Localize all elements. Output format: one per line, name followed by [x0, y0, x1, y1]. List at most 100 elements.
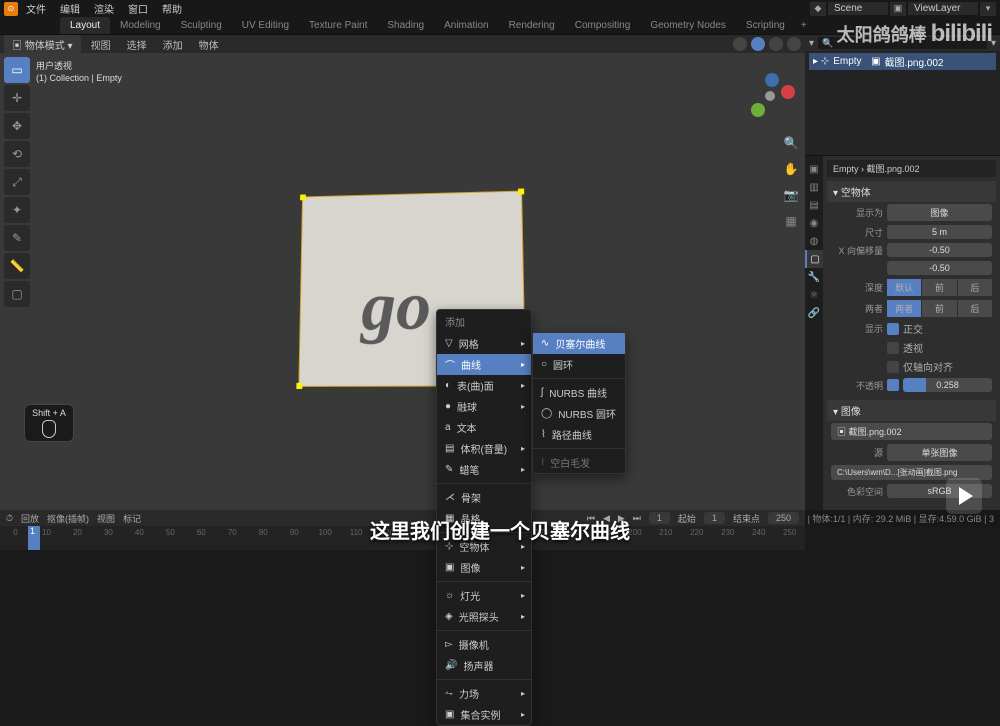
menu-help[interactable]: 帮助 — [156, 0, 188, 18]
add-menu-mesh[interactable]: ▽ 网格▸ — [437, 333, 531, 354]
tab-uv[interactable]: UV Editing — [232, 17, 299, 34]
selection-handle[interactable] — [518, 189, 524, 195]
tl-marker[interactable]: 标记 — [123, 512, 141, 525]
submenu-path[interactable]: ⌇ 路径曲线 — [533, 424, 625, 445]
add-menu-metaball[interactable]: ● 融球▸ — [437, 396, 531, 417]
submenu-nurbs-circle[interactable]: ◯ NURBS 圆环 — [533, 403, 625, 424]
vp-menu-add[interactable]: 添加 — [157, 35, 189, 54]
persp-icon[interactable]: ▦ — [781, 211, 801, 231]
viewlayer-new-icon[interactable]: ▾ — [980, 2, 996, 16]
selection-handle[interactable] — [300, 194, 306, 200]
outliner-filter-icon[interactable]: ▾ — [809, 38, 814, 49]
add-menu-gpencil[interactable]: ✎ 蜡笔▸ — [437, 459, 531, 480]
tab-layout[interactable]: Layout — [60, 17, 110, 34]
tool-transform-icon[interactable]: ✦ — [4, 197, 30, 223]
perspective-checkbox[interactable] — [887, 342, 899, 354]
tl-playback[interactable]: 回放 — [21, 512, 39, 525]
tool-scale-icon[interactable]: ⤢ — [4, 169, 30, 195]
vp-menu-select[interactable]: 选择 — [121, 35, 153, 54]
viewport-3d[interactable]: 用户透视 (1) Collection | Empty ▭ ✛ ✥ ⟲ ⤢ ✦ … — [0, 53, 805, 510]
prop-tab-view-icon[interactable]: ▤ — [805, 196, 823, 214]
submenu-hair[interactable]: ⁝ 空白毛发 — [533, 452, 625, 473]
add-menu-camera[interactable]: ▻ 摄像机 — [437, 634, 531, 655]
tab-shading[interactable]: Shading — [377, 17, 434, 34]
tab-animation[interactable]: Animation — [434, 17, 498, 34]
pan-icon[interactable]: ✋ — [781, 159, 801, 179]
prop-tab-scene-icon[interactable]: ◉ — [805, 214, 823, 232]
tl-keying[interactable]: 抠像(插帧) — [47, 512, 89, 525]
tab-add-icon[interactable]: + — [795, 17, 813, 34]
offset-x-field[interactable]: -0.50 — [887, 243, 992, 257]
vp-menu-object[interactable]: 物体 — [193, 35, 225, 54]
end-frame[interactable]: 250 — [768, 512, 799, 524]
image-name-field[interactable]: ▣ 截图.png.002 — [831, 423, 992, 440]
tab-geonodes[interactable]: Geometry Nodes — [640, 17, 736, 34]
display-as-dropdown[interactable]: 图像 — [887, 204, 992, 221]
menu-window[interactable]: 窗口 — [122, 0, 154, 18]
tab-scripting[interactable]: Scripting — [736, 17, 795, 34]
depth-toggle[interactable]: 默认前后 — [887, 279, 992, 296]
prop-tab-render-icon[interactable]: ▣ — [805, 160, 823, 178]
start-frame[interactable]: 1 — [704, 512, 725, 524]
add-menu-volume[interactable]: ▤ 体积(音量)▸ — [437, 438, 531, 459]
add-menu-armature[interactable]: ⋌ 骨架 — [437, 487, 531, 508]
orthographic-checkbox[interactable] — [887, 323, 899, 335]
menu-file[interactable]: 文件 — [20, 0, 52, 18]
shade-solid-icon[interactable] — [751, 37, 765, 51]
add-menu-surface[interactable]: ◐ 表(曲)面▸ — [437, 375, 531, 396]
prop-tab-physics-icon[interactable]: ⚛ — [805, 286, 823, 304]
tool-addcube-icon[interactable]: ▢ — [4, 281, 30, 307]
prop-tab-object-icon[interactable]: ▢ — [805, 250, 823, 268]
camera-icon[interactable]: 📷 — [781, 185, 801, 205]
opacity-slider[interactable]: 0.258 — [903, 378, 992, 392]
submenu-circle[interactable]: ○ 圆环 — [533, 354, 625, 375]
tool-cursor-icon[interactable]: ✛ — [4, 85, 30, 111]
outliner-item-empty[interactable]: ▸ ⊹ Empty ▣ 截图.png.002 — [809, 53, 996, 70]
prop-tab-constraint-icon[interactable]: 🔗 — [805, 304, 823, 322]
submenu-bezier[interactable]: ∿ 贝塞尔曲线 — [533, 333, 625, 354]
tool-measure-icon[interactable]: 📏 — [4, 253, 30, 279]
section-image-header[interactable]: ▾ 图像 — [827, 400, 996, 421]
shade-material-icon[interactable] — [769, 37, 783, 51]
image-source-dropdown[interactable]: 单张图像 — [887, 444, 992, 461]
selection-handle[interactable] — [296, 383, 302, 389]
add-menu-lightprobe[interactable]: ◈ 光照探头▸ — [437, 606, 531, 627]
scene-name-input[interactable] — [828, 2, 888, 15]
zoom-icon[interactable]: 🔍 — [781, 133, 801, 153]
add-menu-image[interactable]: ▣ 图像▸ — [437, 557, 531, 578]
video-play-button[interactable] — [946, 478, 982, 514]
tool-annotate-icon[interactable]: ✎ — [4, 225, 30, 251]
tool-select-icon[interactable]: ▭ — [4, 57, 30, 83]
axis-align-checkbox[interactable] — [887, 361, 899, 373]
add-menu-text[interactable]: a 文本 — [437, 417, 531, 438]
section-empty-header[interactable]: ▾ 空物体 — [827, 181, 996, 202]
mode-dropdown[interactable]: ▣ 物体模式 ▾ — [4, 35, 81, 54]
offset-y-field[interactable]: -0.50 — [887, 261, 992, 275]
side-toggle[interactable]: 两者前后 — [887, 300, 992, 317]
opacity-checkbox[interactable] — [887, 379, 899, 391]
add-menu-force[interactable]: ⥊ 力场▸ — [437, 683, 531, 704]
tool-rotate-icon[interactable]: ⟲ — [4, 141, 30, 167]
menu-render[interactable]: 渲染 — [88, 0, 120, 18]
add-menu-speaker[interactable]: 🔊 扬声器 — [437, 655, 531, 676]
shade-rendered-icon[interactable] — [787, 37, 801, 51]
add-menu-light[interactable]: ☼ 灯光▸ — [437, 585, 531, 606]
vp-menu-view[interactable]: 视图 — [85, 35, 117, 54]
current-frame[interactable]: 1 — [649, 512, 670, 524]
tl-next-key-icon[interactable]: ⏭ — [633, 513, 641, 524]
tab-rendering[interactable]: Rendering — [499, 17, 565, 34]
tab-compositing[interactable]: Compositing — [565, 17, 641, 34]
axis-gizmo[interactable] — [747, 73, 797, 123]
tool-move-icon[interactable]: ✥ — [4, 113, 30, 139]
submenu-nurbs-curve[interactable]: ʃ NURBS 曲线 — [533, 382, 625, 403]
playhead[interactable]: 1 — [28, 526, 40, 550]
tab-texture[interactable]: Texture Paint — [299, 17, 377, 34]
tab-sculpting[interactable]: Sculpting — [171, 17, 232, 34]
menu-edit[interactable]: 编辑 — [54, 0, 86, 18]
size-field[interactable]: 5 m — [887, 225, 992, 239]
prop-tab-modifier-icon[interactable]: 🔧 — [805, 268, 823, 286]
shade-wireframe-icon[interactable] — [733, 37, 747, 51]
add-menu-collection[interactable]: ▣ 集合实例▸ — [437, 704, 531, 725]
viewlayer-name-input[interactable] — [908, 2, 978, 15]
add-menu-curve[interactable]: ⌒ 曲线▸ — [437, 354, 531, 375]
